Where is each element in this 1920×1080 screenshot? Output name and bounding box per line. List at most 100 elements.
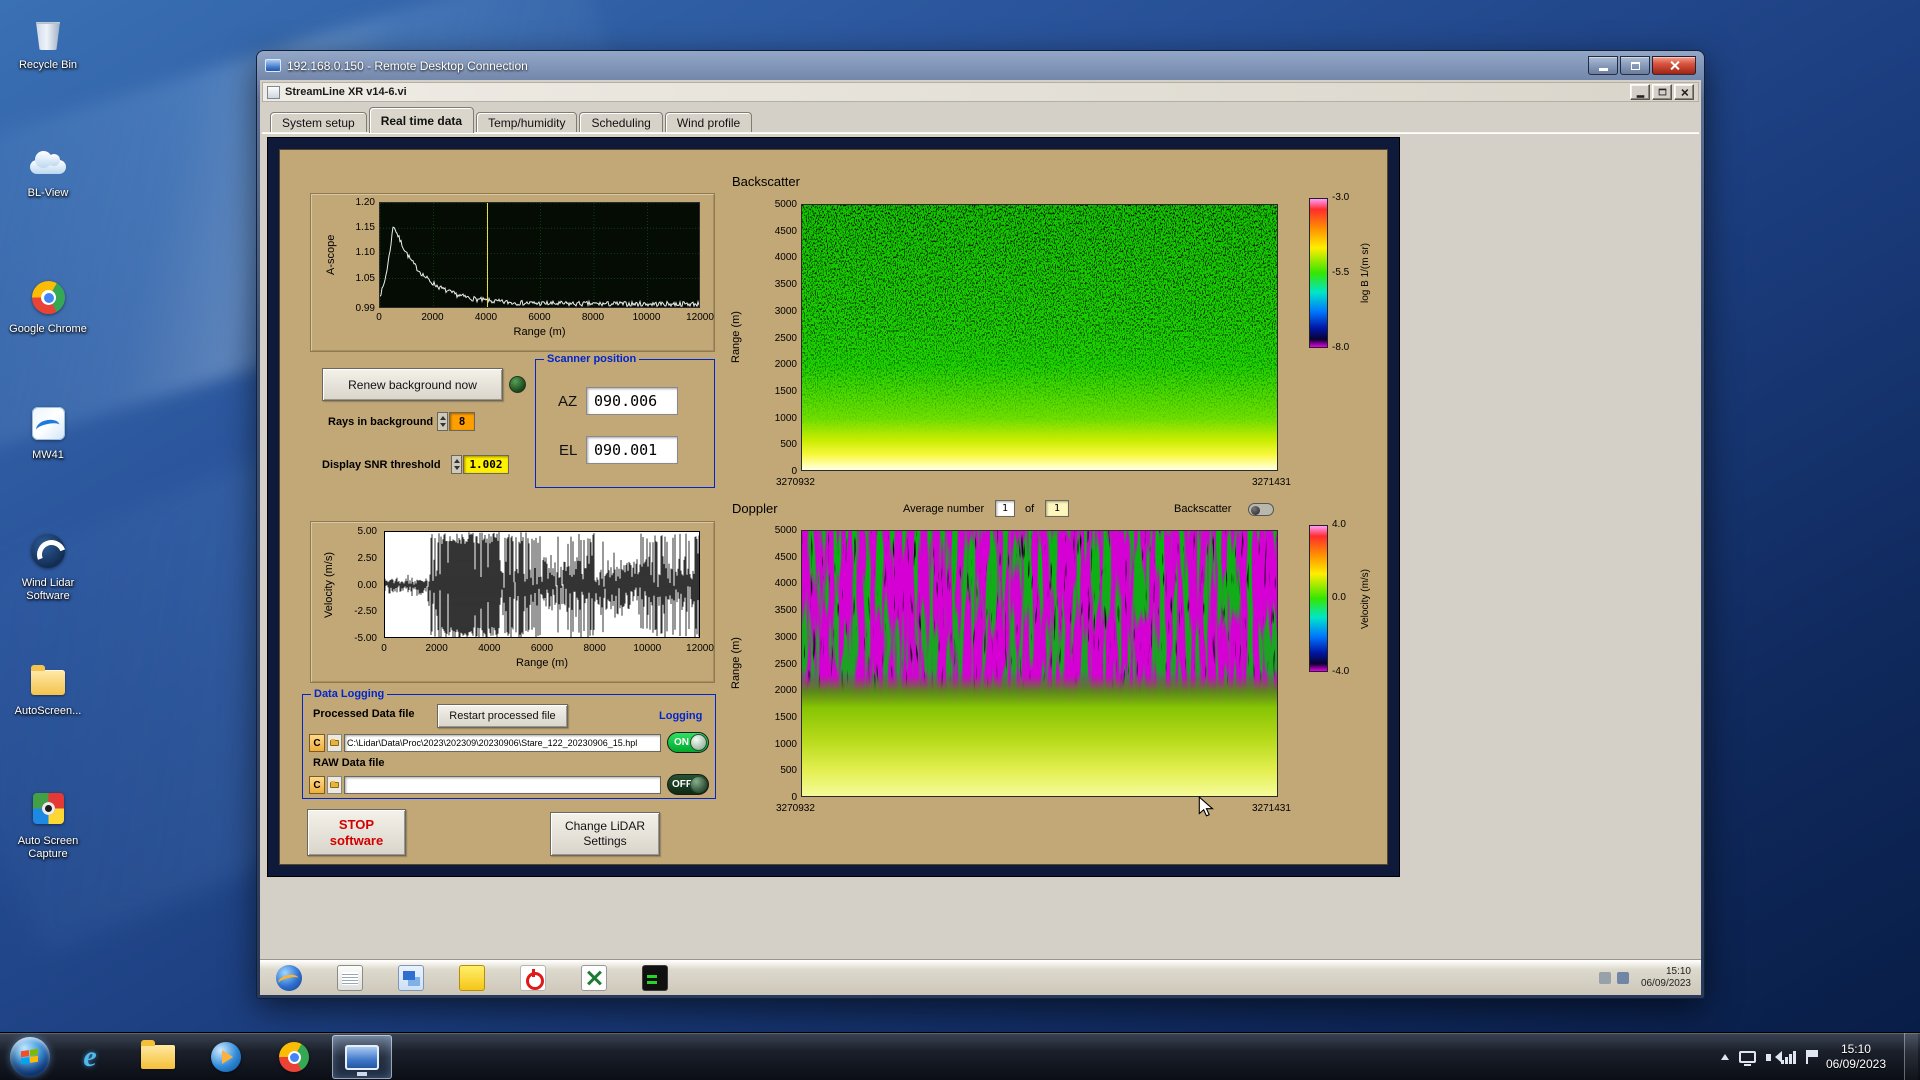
recycle-bin-icon bbox=[24, 12, 72, 56]
plot-cursor-line[interactable] bbox=[487, 203, 488, 308]
tick-label: 2.50 bbox=[358, 553, 377, 564]
ascope-chart: A-scope 1.201.151.101.050.99 02000400060… bbox=[310, 193, 715, 352]
desktop-icon-recycle-bin[interactable]: Recycle Bin bbox=[8, 12, 88, 72]
tick-label: 10000 bbox=[633, 312, 661, 323]
snr-value-field[interactable]: 1.002 bbox=[463, 455, 509, 474]
volume-tray-icon[interactable] bbox=[1766, 1054, 1771, 1061]
action-center-icon[interactable] bbox=[1806, 1050, 1808, 1064]
tick-label: 0.99 bbox=[356, 303, 375, 314]
app-restore-button[interactable] bbox=[1652, 84, 1672, 100]
desktop-icon-label: AutoScreen... bbox=[8, 705, 88, 718]
tick-label: 4000 bbox=[775, 252, 797, 263]
tick-label: 5000 bbox=[775, 525, 797, 536]
tab-system-setup[interactable]: System setup bbox=[270, 112, 367, 133]
tray-icon[interactable] bbox=[1617, 972, 1629, 984]
show-desktop-button[interactable] bbox=[1904, 1033, 1918, 1080]
console-app-icon[interactable] bbox=[642, 965, 668, 991]
tick-label: 1000 bbox=[775, 413, 797, 424]
tick-label: 12000 bbox=[686, 643, 714, 654]
scanner-position-title: Scanner position bbox=[544, 353, 639, 365]
browse-button[interactable] bbox=[327, 734, 342, 752]
display-tray-icon[interactable] bbox=[1739, 1051, 1756, 1063]
doppler-x-end: 3271431 bbox=[1252, 803, 1291, 814]
raw-path-field[interactable] bbox=[344, 776, 661, 794]
tick-label: 0 bbox=[376, 312, 382, 323]
tick-label: 8000 bbox=[582, 312, 604, 323]
drive-selector[interactable]: C bbox=[309, 734, 325, 752]
tick-label: 4000 bbox=[775, 578, 797, 589]
app-close-button[interactable] bbox=[1674, 84, 1694, 100]
stop-software-button[interactable]: STOP software bbox=[307, 809, 406, 856]
desktop-icon-mw41[interactable]: MW41 bbox=[8, 402, 88, 462]
minimize-button[interactable] bbox=[1588, 56, 1618, 75]
network-tray-icon[interactable] bbox=[1781, 1051, 1796, 1064]
app-titlebar[interactable]: StreamLine XR v14-6.vi bbox=[262, 82, 1699, 102]
raw-logging-toggle[interactable]: OFF bbox=[667, 774, 709, 795]
renew-background-button[interactable]: Renew background now bbox=[322, 368, 503, 401]
screen: Recycle Bin BL-View Google Chrome MW41 W… bbox=[0, 0, 1920, 1080]
app-minimize-button[interactable] bbox=[1630, 84, 1650, 100]
ascope-x-ticks: 020004000600080001000012000 bbox=[379, 312, 700, 324]
drive-selector[interactable]: C bbox=[309, 776, 325, 794]
velocity-trace bbox=[385, 532, 700, 638]
tick-label: 3500 bbox=[775, 279, 797, 290]
maximize-button[interactable] bbox=[1620, 56, 1650, 75]
spreadsheet-app-icon[interactable] bbox=[581, 965, 607, 991]
status-led-icon bbox=[509, 376, 526, 393]
tray-icon[interactable] bbox=[1599, 972, 1611, 984]
tab-wind-profile[interactable]: Wind profile bbox=[665, 112, 752, 133]
taskbar-chrome-button[interactable] bbox=[264, 1035, 324, 1079]
raw-data-file-label: RAW Data file bbox=[313, 757, 385, 769]
screen-capture-icon bbox=[24, 788, 72, 832]
media-player-icon bbox=[211, 1042, 241, 1072]
tick-label: 4500 bbox=[775, 552, 797, 563]
rdp-titlebar[interactable]: 192.168.0.150 - Remote Desktop Connectio… bbox=[257, 51, 1704, 80]
backscatter-x-end: 3271431 bbox=[1252, 477, 1291, 488]
desktop-icon-autoscreen[interactable]: AutoScreen... bbox=[8, 658, 88, 718]
doppler-colorbar-label: Velocity (m/s) bbox=[1360, 525, 1371, 672]
desktop-icon-google-chrome[interactable]: Google Chrome bbox=[8, 276, 88, 336]
tab-scheduling[interactable]: Scheduling bbox=[579, 112, 662, 133]
average-number-field[interactable]: 1 bbox=[995, 500, 1015, 517]
sticky-note-icon[interactable] bbox=[459, 965, 485, 991]
ascope-x-axis-label: Range (m) bbox=[379, 326, 700, 338]
taskbar-explorer-button[interactable] bbox=[128, 1035, 188, 1079]
power-app-icon[interactable] bbox=[520, 965, 546, 991]
network-places-icon[interactable] bbox=[398, 965, 424, 991]
internet-explorer-icon: e bbox=[83, 1040, 96, 1074]
doppler-title: Doppler bbox=[732, 501, 778, 516]
tick-label: 10000 bbox=[633, 643, 661, 654]
taskbar-rdp-button[interactable] bbox=[332, 1035, 392, 1079]
chrome-icon bbox=[279, 1042, 309, 1072]
notepad-icon[interactable] bbox=[337, 965, 363, 991]
desktop-icon-label: MW41 bbox=[8, 449, 88, 462]
close-button[interactable] bbox=[1652, 56, 1696, 75]
taskbar-ie-button[interactable]: e bbox=[60, 1035, 120, 1079]
show-hidden-icons-button[interactable] bbox=[1721, 1054, 1729, 1060]
tab-temp-humidity[interactable]: Temp/humidity bbox=[476, 112, 577, 133]
data-logging-title: Data Logging bbox=[311, 688, 387, 700]
browser-icon[interactable] bbox=[276, 965, 302, 991]
processed-logging-toggle[interactable]: ON bbox=[667, 732, 709, 753]
desktop-icon-auto-screen-capture[interactable]: Auto Screen Capture bbox=[8, 788, 88, 861]
desktop-icon-wind-lidar[interactable]: Wind Lidar Software bbox=[8, 530, 88, 603]
restart-processed-file-button[interactable]: Restart processed file bbox=[437, 704, 568, 728]
rays-value-field[interactable]: 8 bbox=[449, 412, 475, 431]
toggle-dot-icon bbox=[1251, 506, 1260, 515]
tick-label: 4500 bbox=[775, 226, 797, 237]
settings-button-line1: Change LiDAR bbox=[565, 819, 645, 834]
average-count-field[interactable]: 1 bbox=[1045, 500, 1069, 517]
backscatter-toggle[interactable] bbox=[1248, 503, 1274, 516]
browse-button[interactable] bbox=[327, 776, 342, 794]
start-button[interactable] bbox=[10, 1037, 50, 1077]
snr-spinner[interactable] bbox=[451, 455, 462, 474]
desktop-icon-label: Auto Screen Capture bbox=[8, 835, 88, 861]
tick-label: 4000 bbox=[478, 643, 500, 654]
change-lidar-settings-button[interactable]: Change LiDAR Settings bbox=[550, 812, 660, 856]
taskbar-clock[interactable]: 15:10 06/09/2023 bbox=[1826, 1042, 1886, 1072]
processed-path-field[interactable]: C:\Lidar\Data\Proc\2023\202309\20230906\… bbox=[344, 734, 661, 752]
rays-spinner[interactable] bbox=[437, 412, 448, 431]
taskbar-media-player-button[interactable] bbox=[196, 1035, 256, 1079]
desktop-icon-bl-view[interactable]: BL-View bbox=[8, 140, 88, 200]
tab-real-time-data[interactable]: Real time data bbox=[369, 107, 474, 133]
